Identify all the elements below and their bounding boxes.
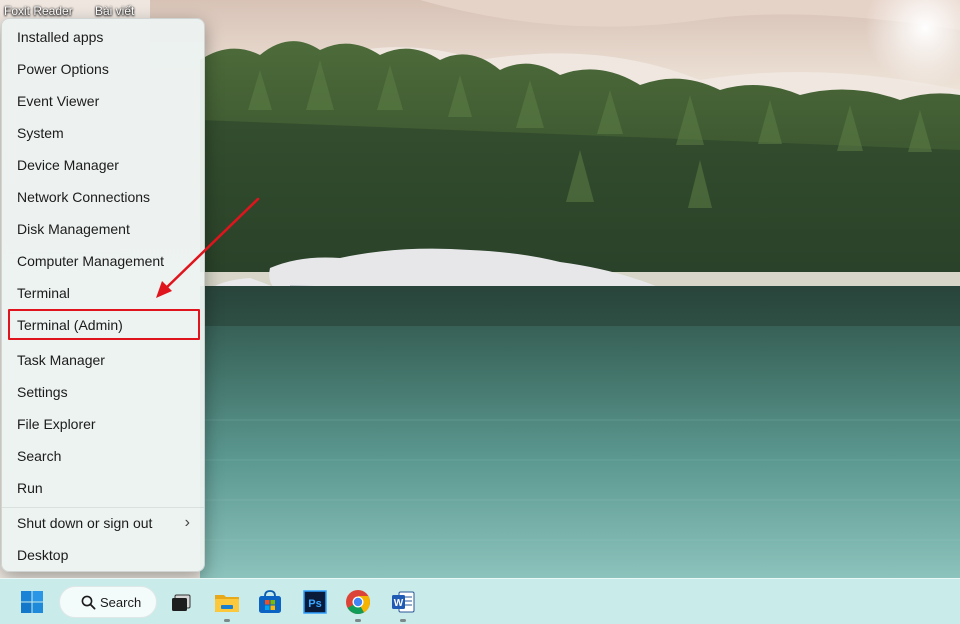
chrome-icon (346, 590, 370, 615)
menu-item-shut-down-or-sign-out[interactable]: Shut down or sign out › (8, 508, 200, 538)
menu-item-settings[interactable]: Settings (8, 377, 200, 407)
task-view-button[interactable] (165, 586, 197, 618)
start-button[interactable] (16, 586, 48, 618)
menu-item-device-manager[interactable]: Device Manager (8, 150, 200, 180)
annotation-arrow-icon (156, 197, 260, 298)
task-view-icon (172, 594, 191, 611)
menu-item-run[interactable]: Run (8, 473, 200, 503)
menu-item-power-options[interactable]: Power Options (8, 54, 200, 84)
photoshop-icon: Ps (303, 590, 327, 614)
chevron-right-icon: › (184, 514, 190, 531)
svg-text:W: W (394, 598, 404, 609)
taskbar: Search Ps W (0, 578, 960, 624)
menu-item-event-viewer[interactable]: Event Viewer (8, 86, 200, 116)
running-indicator (224, 619, 230, 622)
word-button[interactable]: W (387, 586, 419, 618)
desktop-icon-label[interactable]: Bài viết (95, 3, 134, 19)
microsoft-store-icon (259, 590, 281, 613)
menu-item-search[interactable]: Search (8, 441, 200, 471)
menu-item-task-manager[interactable]: Task Manager (8, 345, 200, 375)
menu-item-label: Shut down or sign out (17, 515, 153, 531)
running-indicator (355, 619, 361, 622)
menu-item-terminal-admin[interactable]: Terminal (Admin) (8, 310, 200, 340)
file-explorer-button[interactable] (211, 586, 243, 618)
windows-start-icon (21, 591, 43, 613)
menu-item-file-explorer[interactable]: File Explorer (8, 409, 200, 439)
menu-item-installed-apps[interactable]: Installed apps (8, 22, 200, 52)
word-icon: W (392, 591, 415, 613)
search-label: Search (100, 595, 142, 610)
photoshop-button[interactable]: Ps (299, 586, 331, 618)
running-indicator (400, 619, 406, 622)
menu-item-system[interactable]: System (8, 118, 200, 148)
svg-text:Ps: Ps (308, 598, 321, 610)
chrome-button[interactable] (342, 586, 374, 618)
file-explorer-icon (215, 595, 239, 612)
desktop-icon-label[interactable]: Foxit Reader (4, 3, 73, 19)
microsoft-store-button[interactable] (254, 586, 286, 618)
menu-item-desktop[interactable]: Desktop (8, 540, 200, 570)
taskbar-search-box[interactable]: Search (59, 586, 157, 618)
search-icon (81, 595, 96, 610)
